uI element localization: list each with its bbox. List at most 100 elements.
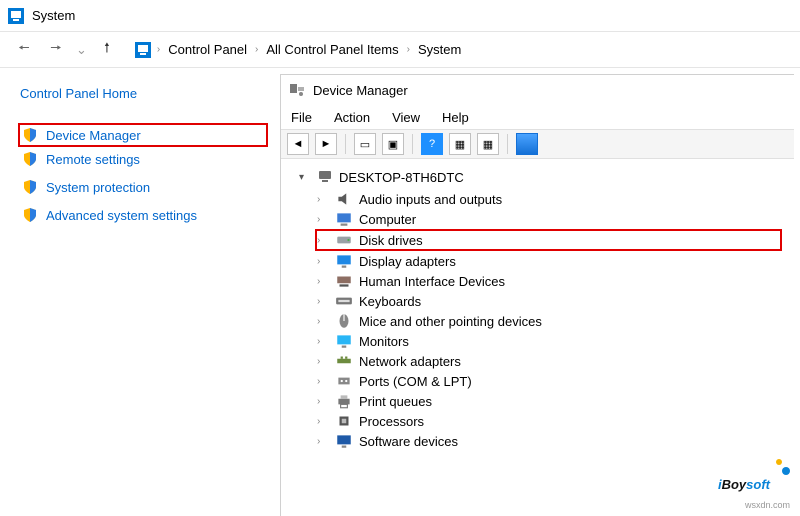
hid-icon xyxy=(335,273,353,289)
chevron-right-icon[interactable]: › xyxy=(255,44,258,55)
menu-help[interactable]: Help xyxy=(442,110,469,125)
mouse-icon xyxy=(335,313,353,329)
sidebar-link-label: System protection xyxy=(46,180,150,195)
device-manager-icon xyxy=(289,82,305,98)
tree-node[interactable]: › Software devices xyxy=(317,431,782,451)
iboysoft-logo: iBoysoft xyxy=(718,465,770,496)
toolbar-help-icon[interactable]: ? xyxy=(421,133,443,155)
tree-node[interactable]: › Display adapters xyxy=(317,251,782,271)
caret-right-icon[interactable]: › xyxy=(317,256,329,267)
caret-right-icon[interactable]: › xyxy=(317,436,329,447)
sidebar-link-device-manager[interactable]: Device Manager xyxy=(18,123,268,147)
toolbar-properties-icon[interactable]: ▭ xyxy=(354,133,376,155)
nav-dropdown-icon[interactable]: ⌄ xyxy=(76,42,87,58)
shield-icon xyxy=(22,179,38,195)
main-area: Control Panel Home Device Manager Remote… xyxy=(0,68,800,516)
back-button[interactable]: 🠔 xyxy=(12,38,36,62)
tree-node-label: Audio inputs and outputs xyxy=(359,192,502,207)
tree-node-label: Disk drives xyxy=(359,233,423,248)
tree-node[interactable]: ›Print queues xyxy=(317,391,782,411)
caret-down-icon[interactable]: ▾ xyxy=(299,172,311,183)
toolbar-separator xyxy=(412,134,413,154)
printer-icon xyxy=(335,393,353,409)
sidebar-link-remote-settings[interactable]: Remote settings xyxy=(20,145,260,173)
system-icon xyxy=(8,8,24,24)
menu-bar: File Action View Help xyxy=(281,105,794,129)
caret-right-icon[interactable]: › xyxy=(317,316,329,327)
tree-node[interactable]: › Processors xyxy=(317,411,782,431)
device-tree: ▾ DESKTOP-8TH6DTC › Audio inputs and outp… xyxy=(281,159,794,461)
menu-action[interactable]: Action xyxy=(334,110,370,125)
device-manager-title: Device Manager xyxy=(313,83,408,98)
breadcrumb-item[interactable]: System xyxy=(414,40,465,59)
computer-icon xyxy=(335,211,353,227)
computer-icon xyxy=(317,169,333,185)
forward-button[interactable]: 🠖 xyxy=(44,38,68,62)
menu-file[interactable]: File xyxy=(291,110,312,125)
device-manager-window: Device Manager File Action View Help ◄ ►… xyxy=(280,74,794,516)
caret-right-icon[interactable]: › xyxy=(317,296,329,307)
breadcrumb: › Control Panel › All Control Panel Item… xyxy=(135,40,465,59)
tree-node-label: Display adapters xyxy=(359,254,456,269)
caret-right-icon[interactable]: › xyxy=(317,214,329,225)
cpu-icon xyxy=(335,413,353,429)
chevron-right-icon[interactable]: › xyxy=(407,44,410,55)
tree-node[interactable]: ›Human Interface Devices xyxy=(317,271,782,291)
tree-node[interactable]: › Ports (COM & LPT) xyxy=(317,371,782,391)
tree-node[interactable]: › Keyboards xyxy=(317,291,782,311)
display-icon xyxy=(335,253,353,269)
breadcrumb-item[interactable]: Control Panel xyxy=(164,40,251,59)
control-panel-icon xyxy=(135,42,151,58)
toolbar-refresh-icon[interactable]: ▦ xyxy=(449,133,471,155)
toolbar-scan-icon[interactable] xyxy=(516,133,538,155)
toolbar-back-icon[interactable]: ◄ xyxy=(287,133,309,155)
window-titlebar: System xyxy=(0,0,800,32)
tree-root-label: DESKTOP-8TH6DTC xyxy=(339,170,464,185)
tree-node-label: Processors xyxy=(359,414,424,429)
sidebar-link-advanced-settings[interactable]: Advanced system settings xyxy=(20,201,260,229)
tree-node-label: Monitors xyxy=(359,334,409,349)
window-title: System xyxy=(32,8,75,23)
tree-node-label: Software devices xyxy=(359,434,458,449)
tree-node-label: Ports (COM & LPT) xyxy=(359,374,472,389)
keyboard-icon xyxy=(335,293,353,309)
breadcrumb-item[interactable]: All Control Panel Items xyxy=(262,40,402,59)
sidebar-link-label: Advanced system settings xyxy=(46,208,197,223)
caret-right-icon[interactable]: › xyxy=(317,276,329,287)
tree-node-label: Keyboards xyxy=(359,294,421,309)
shield-icon xyxy=(22,127,38,143)
caret-right-icon[interactable]: › xyxy=(317,396,329,407)
tree-node-label: Mice and other pointing devices xyxy=(359,314,542,329)
toolbar-forward-icon[interactable]: ► xyxy=(315,133,337,155)
toolbar-grid-icon[interactable]: ▦ xyxy=(477,133,499,155)
caret-right-icon[interactable]: › xyxy=(317,356,329,367)
speaker-icon xyxy=(335,191,353,207)
sidebar-link-label: Device Manager xyxy=(46,128,141,143)
software-icon xyxy=(335,433,353,449)
disk-icon xyxy=(335,232,353,248)
menu-view[interactable]: View xyxy=(392,110,420,125)
chevron-right-icon[interactable]: › xyxy=(157,44,160,55)
tree-node[interactable]: › Mice and other pointing devices xyxy=(317,311,782,331)
control-panel-home-link[interactable]: Control Panel Home xyxy=(20,86,260,101)
toolbar: ◄ ► ▭ ▣ ? ▦ ▦ xyxy=(281,129,794,159)
monitor-icon xyxy=(335,333,353,349)
tree-node[interactable]: › Audio inputs and outputs xyxy=(317,189,782,209)
caret-right-icon[interactable]: › xyxy=(317,416,329,427)
up-button[interactable]: 🠕 xyxy=(95,38,119,62)
tree-node[interactable]: ›Network adapters xyxy=(317,351,782,371)
caret-right-icon[interactable]: › xyxy=(317,376,329,387)
toolbar-separator xyxy=(507,134,508,154)
caret-right-icon[interactable]: › xyxy=(317,336,329,347)
toolbar-separator xyxy=(345,134,346,154)
toolbar-options-icon[interactable]: ▣ xyxy=(382,133,404,155)
tree-node[interactable]: ›Computer xyxy=(317,209,782,229)
caret-right-icon[interactable]: › xyxy=(317,194,329,205)
caret-right-icon[interactable]: › xyxy=(317,235,329,246)
tree-node[interactable]: › Disk drives xyxy=(315,229,782,251)
shield-icon xyxy=(22,207,38,223)
nav-row: 🠔 🠖 ⌄ 🠕 › Control Panel › All Control Pa… xyxy=(0,32,800,68)
tree-node[interactable]: › Monitors xyxy=(317,331,782,351)
tree-root[interactable]: ▾ DESKTOP-8TH6DTC xyxy=(299,169,782,185)
sidebar-link-system-protection[interactable]: System protection xyxy=(20,173,260,201)
